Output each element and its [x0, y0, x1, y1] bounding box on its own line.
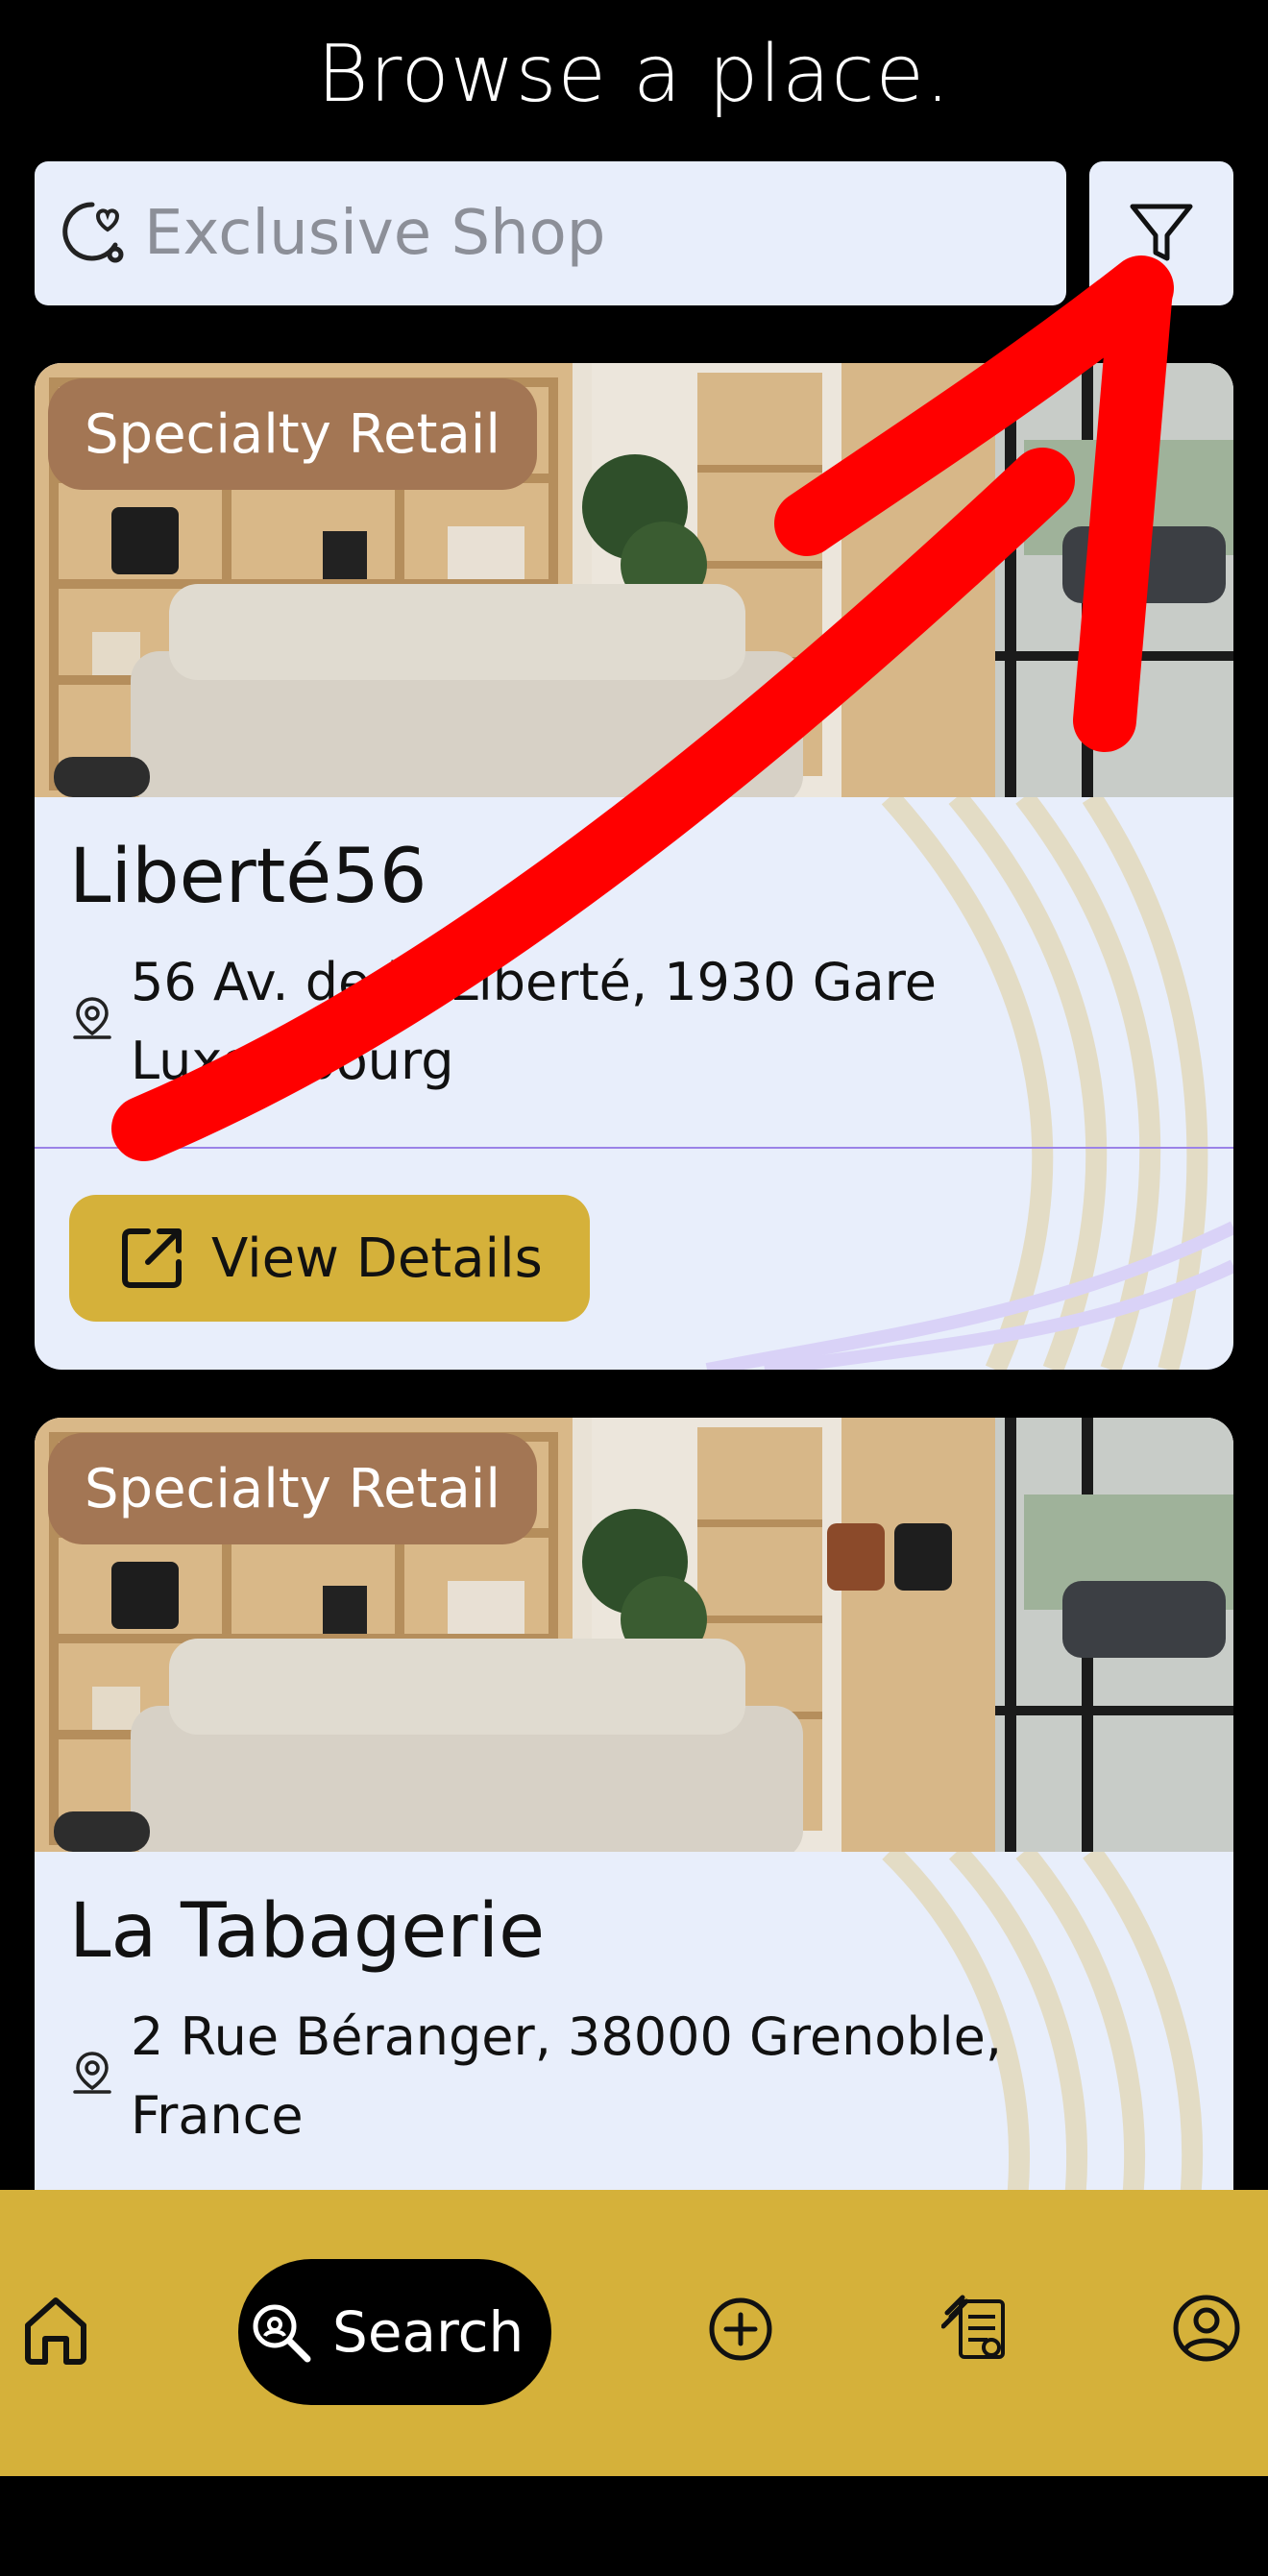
- external-link-icon: [122, 1228, 182, 1288]
- view-details-label: View Details: [211, 1227, 543, 1290]
- search-bar[interactable]: [35, 161, 1066, 305]
- nav-search[interactable]: Search: [238, 2259, 551, 2405]
- nav-add[interactable]: [707, 2296, 774, 2363]
- filter-button[interactable]: [1089, 161, 1233, 305]
- location-heart-icon: [62, 202, 124, 263]
- filter-icon: [1130, 204, 1193, 261]
- page-title: Browse a place.: [316, 29, 952, 120]
- category-badge: Specialty Retail: [48, 1433, 537, 1544]
- location-pin-icon: [73, 2052, 111, 2094]
- nav-home[interactable]: [19, 2292, 92, 2369]
- profile-icon: [1173, 2295, 1240, 2362]
- place-name: La Tabagerie: [69, 1888, 546, 1975]
- documents-icon: [941, 2295, 1005, 2359]
- divider: [35, 1147, 1233, 1149]
- search-input[interactable]: [144, 198, 1009, 269]
- view-details-button[interactable]: View Details: [69, 1195, 590, 1322]
- place-card[interactable]: Specialty Retail Liberté56 56 Av. de la …: [35, 363, 1233, 1370]
- home-icon: [25, 2297, 86, 2365]
- place-name: Liberté56: [69, 834, 427, 920]
- location-pin-icon: [73, 997, 111, 1039]
- nav-search-label: Search: [332, 2299, 524, 2365]
- place-address: 2 Rue Béranger, 38000 Grenoble, France: [131, 2006, 1003, 2146]
- search-icon: [253, 2304, 311, 2363]
- bottom-nav: Search: [0, 2190, 1268, 2476]
- category-badge: Specialty Retail: [48, 378, 537, 490]
- add-circle-icon: [709, 2297, 772, 2361]
- place-card[interactable]: Specialty Retail La Tabagerie 2 Rue Béra…: [35, 1418, 1233, 2224]
- nav-profile[interactable]: [1170, 2292, 1243, 2365]
- nav-documents[interactable]: [941, 2288, 1011, 2365]
- place-address: 56 Av. de la Liberté, 1930 Gare Luxembou…: [131, 952, 937, 1091]
